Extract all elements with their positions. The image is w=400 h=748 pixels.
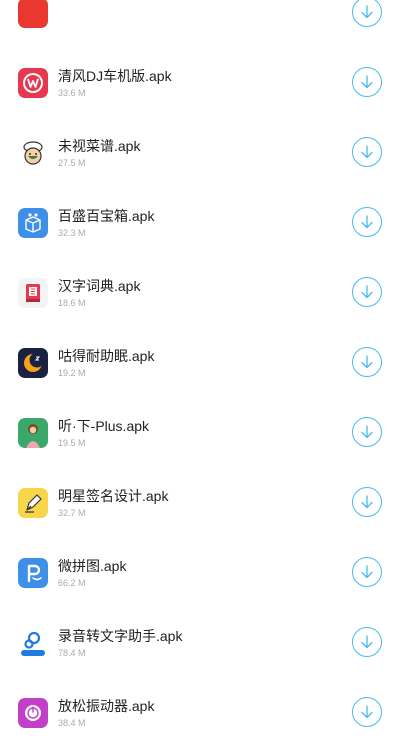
download-arrow-icon [361, 215, 373, 229]
app-size: 33.6 M [58, 88, 86, 98]
app-size: 32.3 M [58, 228, 86, 238]
download-button[interactable] [352, 697, 382, 727]
toolbox-icon [18, 208, 48, 238]
app-name: 微拼图.apk [58, 558, 127, 574]
chef-icon [18, 138, 48, 168]
app-name: 咕得耐助眠.apk [58, 348, 155, 364]
download-arrow-icon [361, 75, 373, 89]
download-arrow-icon [361, 5, 373, 19]
list-item[interactable]: 录音转文字助手.apk 78.4 M [0, 608, 400, 678]
download-arrow-icon [361, 355, 373, 369]
app-size: 66.2 M [58, 578, 86, 588]
list-item[interactable]: 汉字词典.apk 18.6 M [0, 258, 400, 328]
app-size: 19.2 M [58, 368, 86, 378]
download-arrow-icon [361, 565, 373, 579]
download-button[interactable] [352, 627, 382, 657]
apk-download-list: 清风DJ车机版.apk 33.6 M 未视菜谱.apk 27.5 M 百盛百宝箱… [0, 0, 400, 748]
app-size: 78.4 M [58, 648, 86, 658]
pen-signature-icon [18, 488, 48, 518]
puzzle-p-icon [18, 558, 48, 588]
dictionary-icon [18, 278, 48, 308]
download-button[interactable] [352, 137, 382, 167]
download-arrow-icon [361, 635, 373, 649]
list-item[interactable]: 咕得耐助眠.apk 19.2 M [0, 328, 400, 398]
download-button[interactable] [352, 207, 382, 237]
download-arrow-icon [361, 705, 373, 719]
qingfeng-dj-icon [18, 68, 48, 98]
list-item[interactable]: 微拼图.apk 66.2 M [0, 538, 400, 608]
download-arrow-icon [361, 425, 373, 439]
download-button[interactable] [352, 67, 382, 97]
list-item[interactable] [0, 0, 400, 48]
list-item[interactable]: 未视菜谱.apk 27.5 M [0, 118, 400, 188]
app-name: 未视菜谱.apk [58, 138, 141, 154]
download-button[interactable] [352, 0, 382, 27]
app-name: 听·下-Plus.apk [58, 418, 150, 434]
voice-to-text-icon [18, 628, 48, 658]
list-item[interactable]: 放松振动器.apk 38.4 M [0, 678, 400, 748]
app-size: 19.5 M [58, 438, 86, 448]
download-button[interactable] [352, 417, 382, 447]
list-item[interactable]: 百盛百宝箱.apk 32.3 M [0, 188, 400, 258]
download-arrow-icon [361, 495, 373, 509]
download-button[interactable] [352, 347, 382, 377]
app-icon-red-partial [18, 0, 48, 28]
app-name: 录音转文字助手.apk [58, 628, 183, 644]
app-size: 38.4 M [58, 718, 86, 728]
app-size: 18.6 M [58, 298, 86, 308]
download-arrow-icon [361, 145, 373, 159]
download-button[interactable] [352, 557, 382, 587]
app-size: 27.5 M [58, 158, 86, 168]
app-name: 百盛百宝箱.apk [58, 208, 155, 224]
app-name: 清风DJ车机版.apk [58, 68, 172, 84]
app-size: 32.7 M [58, 508, 86, 518]
music-girl-icon [18, 418, 48, 448]
list-item[interactable]: 听·下-Plus.apk 19.5 M [0, 398, 400, 468]
list-item[interactable]: 明星签名设计.apk 32.7 M [0, 468, 400, 538]
app-name: 明星签名设计.apk [58, 488, 169, 504]
app-name: 汉字词典.apk [58, 278, 141, 294]
app-name: 放松振动器.apk [58, 698, 155, 714]
moon-sleep-icon [18, 348, 48, 378]
list-item[interactable]: 清风DJ车机版.apk 33.6 M [0, 48, 400, 118]
download-arrow-icon [361, 285, 373, 299]
download-button[interactable] [352, 487, 382, 517]
download-button[interactable] [352, 277, 382, 307]
vibrator-power-icon [18, 698, 48, 728]
